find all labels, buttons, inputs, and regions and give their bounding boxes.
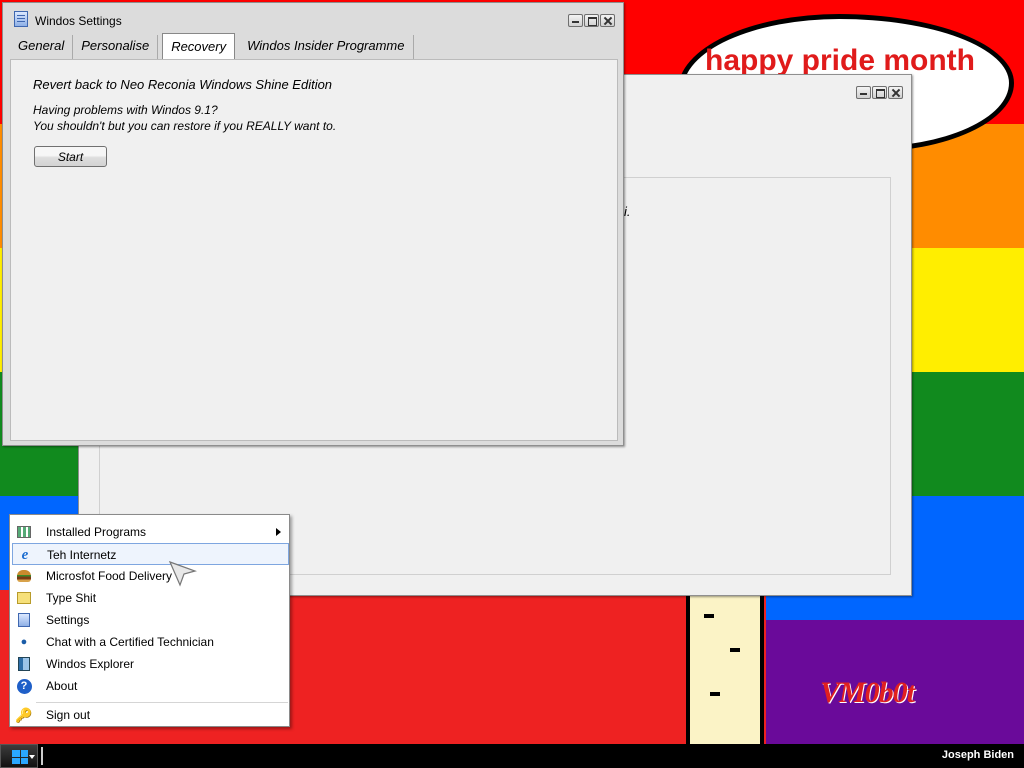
settings-window-icon (14, 11, 28, 27)
wallpaper-signature: VM0b0t (820, 676, 915, 709)
settings-tabs: General Personalise Recovery Windos Insi… (10, 33, 414, 59)
recovery-heading: Revert back to Neo Reconia Windows Shine… (33, 77, 333, 92)
menu-item-label: About (46, 679, 78, 693)
minimize-icon[interactable] (568, 14, 583, 27)
window-title: Windos Settings (35, 14, 122, 28)
recovery-panel: Revert back to Neo Reconia Windows Shine… (10, 59, 618, 441)
close-icon[interactable] (600, 14, 615, 27)
menu-item-label: Teh Internetz (47, 548, 117, 562)
recovery-problem-text: Having problems with Windos 9.1? (33, 103, 218, 117)
start-menu: Installed Programs e Teh Internetz Micro… (9, 514, 290, 727)
maximize-icon[interactable] (584, 14, 599, 27)
settings-icon (18, 613, 30, 627)
chevron-down-icon (29, 755, 35, 759)
background-window-text: i. (624, 204, 631, 219)
recovery-start-button[interactable]: Start (34, 146, 107, 167)
windows-logo-icon (12, 750, 28, 764)
wallpaper-pole (686, 596, 764, 744)
window-controls (856, 86, 903, 99)
explorer-icon (18, 657, 30, 671)
taskbar: Joseph Biden (0, 744, 1024, 768)
tab-personalise[interactable]: Personalise (73, 35, 159, 59)
menu-item-label: Microsfot Food Delivery (46, 569, 173, 583)
notepad-icon (17, 592, 31, 604)
cloud-text: happy pride month (705, 44, 975, 77)
key-icon: 🔑 (15, 706, 33, 723)
tab-recovery[interactable]: Recovery (162, 33, 236, 59)
menu-item-label: Type Shit (46, 591, 97, 605)
start-button[interactable] (0, 744, 38, 768)
internet-explorer-icon: e (21, 546, 29, 563)
menu-item-label: Chat with a Certified Technician (46, 635, 214, 649)
menu-item-microsfot-food-delivery[interactable]: Microsfot Food Delivery (12, 565, 289, 587)
menu-item-about[interactable]: ? About (12, 675, 289, 697)
menu-item-label: Windos Explorer (46, 657, 135, 671)
menu-item-installed-programs[interactable]: Installed Programs (12, 521, 289, 543)
close-icon[interactable] (888, 86, 903, 99)
window-controls (568, 14, 615, 27)
mouse-cursor-icon (168, 560, 197, 587)
menu-item-settings[interactable]: Settings (12, 609, 289, 631)
menu-item-label: Sign out (46, 708, 91, 722)
menu-item-sign-out[interactable]: 🔑 Sign out (12, 704, 289, 726)
taskbar-divider (41, 747, 43, 765)
menu-item-type-shit[interactable]: Type Shit (12, 587, 289, 609)
settings-window-titlebar[interactable]: Windos Settings (3, 3, 623, 33)
menu-separator (36, 702, 288, 703)
menu-item-chat-technician[interactable]: ● Chat with a Certified Technician (12, 631, 289, 653)
burger-icon (17, 570, 31, 582)
about-icon: ? (16, 678, 32, 694)
submenu-arrow-icon (276, 528, 281, 536)
recovery-restore-text: You shouldn't but you can restore if you… (33, 119, 337, 133)
settings-window[interactable]: Windos Settings General Personalise Reco… (2, 2, 624, 446)
user-name[interactable]: Joseph Biden (942, 749, 1014, 761)
maximize-icon[interactable] (872, 86, 887, 99)
minimize-icon[interactable] (856, 86, 871, 99)
menu-item-teh-internetz[interactable]: e Teh Internetz (12, 543, 289, 565)
menu-item-label: Installed Programs (46, 525, 147, 539)
tab-general[interactable]: General (10, 35, 74, 59)
grid-icon (17, 526, 31, 538)
technician-icon: ● (20, 636, 28, 648)
tab-windos-insider-programme[interactable]: Windos Insider Programme (239, 35, 414, 59)
menu-item-label: Settings (46, 613, 90, 627)
menu-item-windos-explorer[interactable]: Windos Explorer (12, 653, 289, 675)
